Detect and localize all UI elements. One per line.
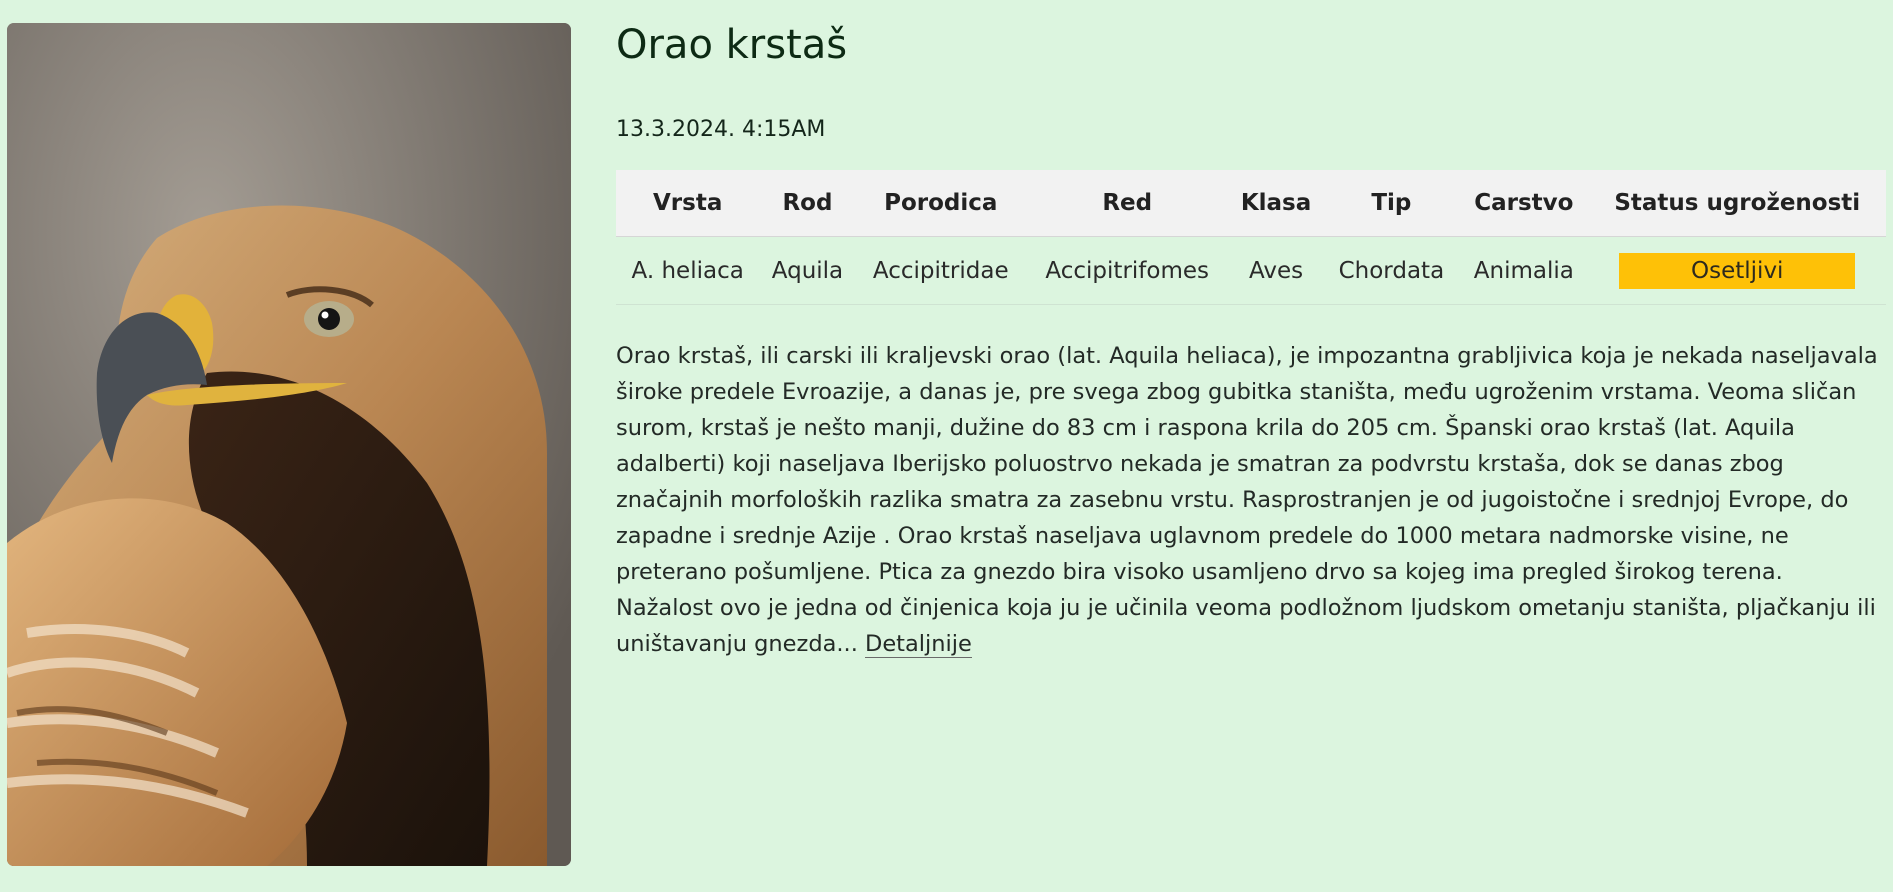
eagle-photo xyxy=(7,23,571,866)
species-description: Orao krstaš, ili carski ili kraljevski o… xyxy=(616,338,1886,662)
header-porodica: Porodica xyxy=(855,170,1026,237)
table-header-row: Vrsta Rod Porodica Red Klasa Tip Carstvo… xyxy=(616,170,1886,237)
cell-carstvo: Animalia xyxy=(1459,236,1589,305)
taxonomy-table: Vrsta Rod Porodica Red Klasa Tip Carstvo… xyxy=(616,170,1886,305)
description-text: Orao krstaš, ili carski ili kraljevski o… xyxy=(616,343,1878,657)
header-red: Red xyxy=(1025,170,1229,237)
post-date: 13.3.2024. 4:15AM xyxy=(616,117,826,142)
cell-klasa: Aves xyxy=(1228,236,1324,305)
header-status: Status ugroženosti xyxy=(1588,170,1886,237)
cell-porodica: Accipitridae xyxy=(855,236,1026,305)
cell-tip: Chordata xyxy=(1323,236,1460,305)
cell-vrsta: A. heliaca xyxy=(616,236,760,305)
header-vrsta: Vrsta xyxy=(616,170,760,237)
table-row: A. heliaca Aquila Accipitridae Accipitri… xyxy=(616,236,1886,305)
golden-eagle-photo xyxy=(7,23,571,866)
header-klasa: Klasa xyxy=(1228,170,1324,237)
header-carstvo: Carstvo xyxy=(1459,170,1589,237)
status-badge: Osetljivi xyxy=(1619,252,1856,289)
cell-rod: Aquila xyxy=(759,236,856,305)
cell-red: Accipitrifomes xyxy=(1025,236,1229,305)
header-rod: Rod xyxy=(759,170,856,237)
details-link[interactable]: Detaljnije xyxy=(865,631,972,658)
cell-status: Osetljivi xyxy=(1588,236,1886,305)
header-tip: Tip xyxy=(1323,170,1460,237)
page-title: Orao krstaš xyxy=(616,22,848,68)
